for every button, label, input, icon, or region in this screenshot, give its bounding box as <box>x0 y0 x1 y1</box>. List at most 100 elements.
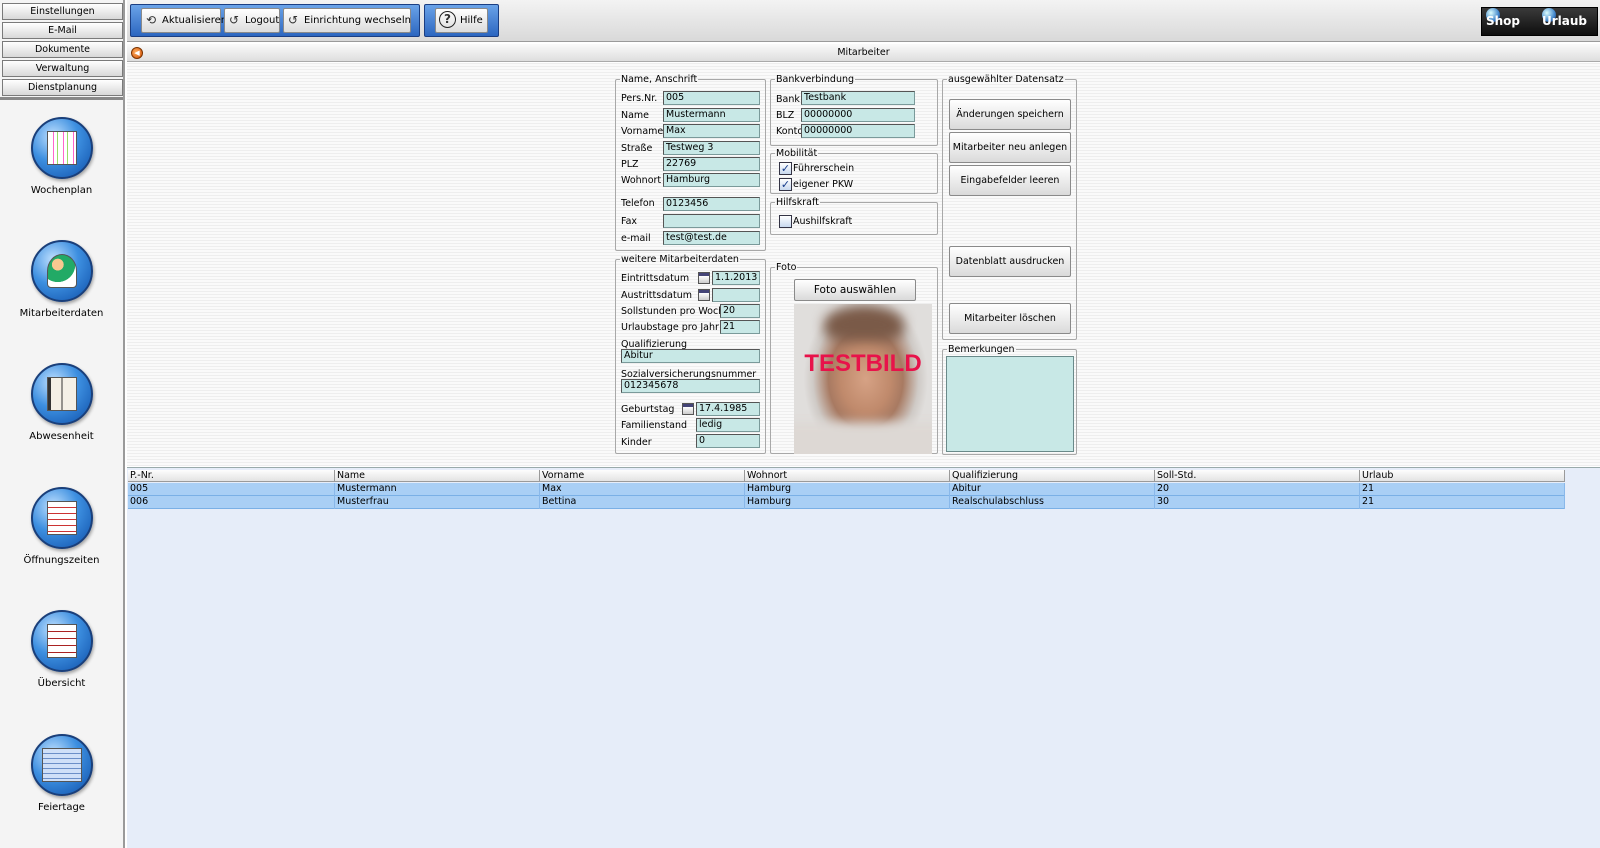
nav-label: Übersicht <box>37 678 86 689</box>
refresh-button[interactable]: ⟲ Aktualisieren <box>141 8 227 33</box>
nav-wochenplan[interactable]: Wochenplan <box>0 117 123 196</box>
nav-label: Mitarbeiterdaten <box>19 308 104 319</box>
employee-table: P.-Nr. Name Vorname Wohnort Qualifizieru… <box>127 467 1600 848</box>
table-cell: 21 <box>1360 483 1565 496</box>
remarks-textarea[interactable] <box>946 356 1074 452</box>
field-label: Pers.Nr. <box>621 93 658 104</box>
logout-icon: ↺ <box>229 13 240 27</box>
familienstand-input[interactable]: ledig <box>696 418 760 432</box>
logout-label: Logout <box>245 15 280 26</box>
vorname-input[interactable]: Max <box>663 124 760 138</box>
blz-input[interactable]: 00000000 <box>801 108 915 122</box>
nav-mitarbeiterdaten[interactable]: Mitarbeiterdaten <box>0 240 123 319</box>
toolbar-group-main: ⟲ Aktualisieren ↺ Logout ↺ Einrichtung wech… <box>130 4 420 37</box>
table-cell: 006 <box>128 496 335 509</box>
column-header[interactable]: Urlaub <box>1360 470 1565 482</box>
shop-panel: Shop Urlaub <box>1481 7 1598 36</box>
table-cell: 21 <box>1360 496 1565 509</box>
email-input[interactable]: test@test.de <box>663 231 760 245</box>
group-legend: ausgewählter Datensatz <box>948 74 1064 85</box>
car-checkbox[interactable]: ✓ <box>779 178 792 191</box>
delete-employee-button[interactable]: Mitarbeiter löschen <box>949 303 1071 334</box>
name-input[interactable]: Mustermann <box>663 108 760 122</box>
konto-input[interactable]: 00000000 <box>801 124 915 138</box>
table-cell: Realschulabschluss <box>950 496 1155 509</box>
urlaubstage-input[interactable]: 21 <box>720 320 760 334</box>
book-icon <box>30 363 93 425</box>
column-header[interactable]: Vorname <box>540 470 745 482</box>
field-label: Wohnort <box>621 175 662 186</box>
group-legend: Hilfskraft <box>776 197 819 208</box>
photo-hair <box>824 306 904 341</box>
svn-input[interactable]: 012345678 <box>621 379 760 393</box>
window-title: Mitarbeiter <box>837 47 890 58</box>
helper-checkbox[interactable] <box>779 215 792 228</box>
austritt-input[interactable] <box>712 288 760 302</box>
column-header[interactable]: P.-Nr. <box>128 470 335 482</box>
wohnort-input[interactable]: Hamburg <box>663 173 760 187</box>
table-row[interactable]: 006 Musterfrau Bettina Hamburg Realschul… <box>128 496 1565 509</box>
nav-oeffnungszeiten[interactable]: Öffnungszeiten <box>0 487 123 566</box>
license-checkbox[interactable]: ✓ <box>779 162 792 175</box>
persnr-input[interactable]: 005 <box>663 91 760 105</box>
refresh-icon: ⟲ <box>146 13 157 27</box>
switch-facility-button[interactable]: ↺ Einrichtung wechseln <box>283 8 411 33</box>
telefon-input[interactable]: 0123456 <box>663 197 760 211</box>
nav-label: Abwesenheit <box>29 431 94 442</box>
menu-verwaltung[interactable]: Verwaltung <box>2 60 123 77</box>
choose-photo-button[interactable]: Foto auswählen <box>794 279 916 301</box>
photo-shirt <box>794 422 932 454</box>
help-button[interactable]: ? Hilfe <box>435 8 488 33</box>
nav-feiertage[interactable]: Feiertage <box>0 734 123 813</box>
menu-einstellungen[interactable]: Einstellungen <box>2 3 123 20</box>
column-header[interactable]: Qualifizierung <box>950 470 1155 482</box>
close-icon[interactable]: ◀ <box>131 47 143 59</box>
plz-input[interactable]: 22769 <box>663 157 760 171</box>
vacation-label: Urlaub <box>1542 14 1588 28</box>
column-header[interactable]: Wohnort <box>745 470 950 482</box>
geburtstag-input[interactable]: 17.4.1985 <box>696 402 760 416</box>
menu-email[interactable]: E-Mail <box>2 22 123 39</box>
group-legend: weitere Mitarbeiterdaten <box>621 254 739 265</box>
bank-input[interactable]: Testbank <box>801 91 915 105</box>
save-changes-button[interactable]: Änderungen speichern <box>949 99 1071 130</box>
print-sheet-button[interactable]: Datenblatt ausdrucken <box>949 246 1071 277</box>
menu-dienstplanung[interactable]: Dienstplanung <box>2 79 123 96</box>
help-label: Hilfe <box>460 15 483 26</box>
sollstunden-input[interactable]: 20 <box>720 304 760 318</box>
table-cell: 005 <box>128 483 335 496</box>
calendar-icon[interactable] <box>698 289 710 301</box>
field-label: BLZ <box>776 110 795 121</box>
people-icon <box>30 240 93 302</box>
car-label: eigener PKW <box>793 179 854 190</box>
qualifizierung-input[interactable]: Abitur <box>621 349 760 363</box>
table-cell: Max <box>540 483 745 496</box>
field-label: Telefon <box>621 198 655 209</box>
calendar-icon[interactable] <box>698 272 710 284</box>
nav-uebersicht[interactable]: Übersicht <box>0 610 123 689</box>
calendar-icon[interactable] <box>682 403 694 415</box>
column-header[interactable]: Soll-Std. <box>1155 470 1360 482</box>
field-label: Eintrittsdatum <box>621 273 690 284</box>
field-label: Vorname <box>621 126 664 137</box>
menu-dokumente[interactable]: Dokumente <box>2 41 123 58</box>
shop-label: Shop <box>1486 14 1521 28</box>
group-legend: Name, Anschrift <box>621 74 698 85</box>
kinder-input[interactable]: 0 <box>696 434 760 448</box>
new-employee-button[interactable]: Mitarbeiter neu anlegen <box>949 132 1071 163</box>
group-legend: Bankverbindung <box>776 74 855 85</box>
fax-input[interactable] <box>663 214 760 228</box>
field-label: Urlaubstage pro Jahr <box>621 322 719 333</box>
calendar-icon <box>30 117 93 179</box>
column-header[interactable]: Name <box>335 470 540 482</box>
clear-fields-button[interactable]: Eingabefelder leeren <box>949 165 1071 196</box>
switch-icon: ↺ <box>288 13 299 27</box>
table-row[interactable]: 005 Mustermann Max Hamburg Abitur 20 21 <box>128 483 1565 496</box>
sidebar: Einstellungen E-Mail Dokumente Verwaltun… <box>0 0 125 848</box>
photo-overlay-text: TESTBILD <box>804 350 922 377</box>
toolbar: ⟲ Aktualisieren ↺ Logout ↺ Einrichtung wech… <box>127 0 1600 42</box>
logout-button[interactable]: ↺ Logout <box>224 8 280 33</box>
eintritt-input[interactable]: 1.1.2013 <box>712 271 760 285</box>
nav-abwesenheit[interactable]: Abwesenheit <box>0 363 123 442</box>
strasse-input[interactable]: Testweg 3 <box>663 141 760 155</box>
